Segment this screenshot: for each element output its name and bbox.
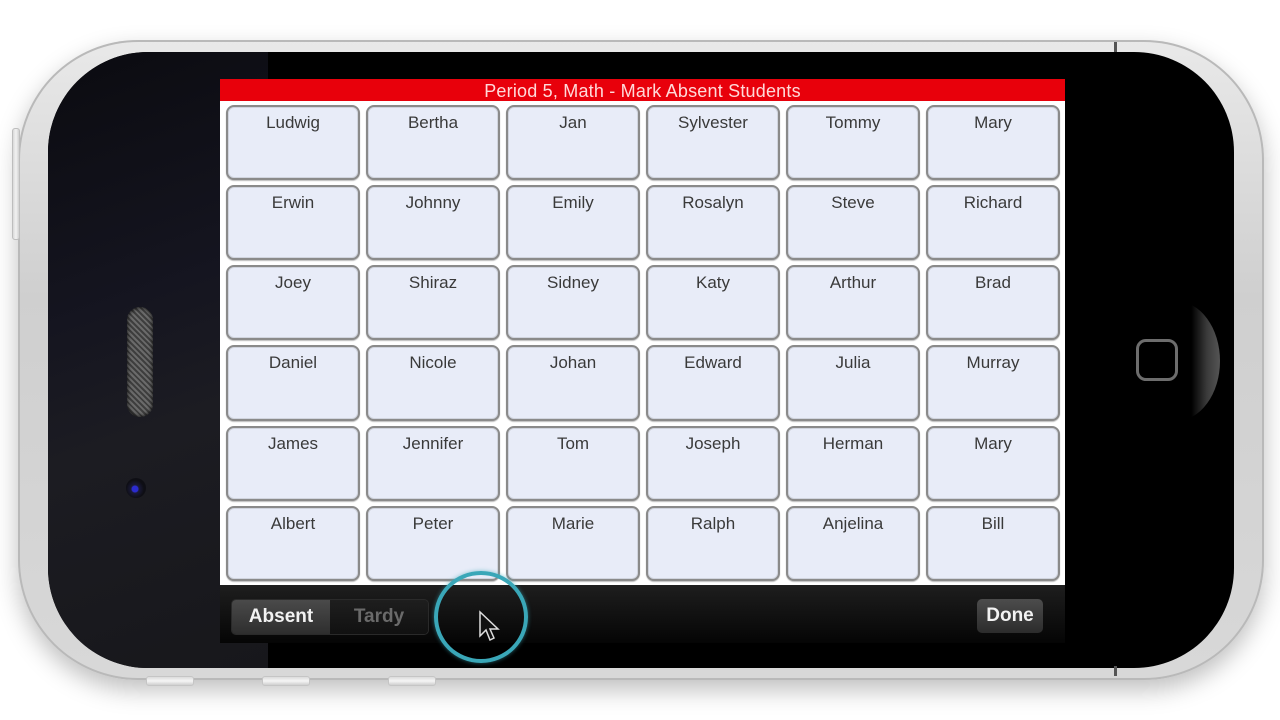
student-button[interactable]: Ludwig	[226, 105, 360, 181]
student-button[interactable]: Steve	[786, 185, 920, 261]
student-button[interactable]: Murray	[926, 345, 1060, 421]
student-button[interactable]: Shiraz	[366, 265, 500, 341]
cursor-icon	[479, 610, 500, 642]
student-button[interactable]: Ralph	[646, 505, 780, 581]
student-button[interactable]: Arthur	[786, 265, 920, 341]
student-button[interactable]: Joey	[226, 265, 360, 341]
student-grid: Ludwig Bertha Jan Sylvester Tommy Mary Erwin Jo…	[220, 101, 1065, 585]
student-button[interactable]: Johan	[506, 345, 640, 421]
student-button[interactable]: Sylvester	[646, 105, 780, 181]
student-button[interactable]: Mary	[926, 425, 1060, 501]
hardware-button	[388, 676, 436, 686]
student-button[interactable]: Edward	[646, 345, 780, 421]
student-button[interactable]: Tommy	[786, 105, 920, 181]
student-button[interactable]: Albert	[226, 505, 360, 581]
student-button[interactable]: Marie	[506, 505, 640, 581]
student-button[interactable]: Sidney	[506, 265, 640, 341]
bottom-toolbar: Absent Tardy Done	[220, 585, 1065, 643]
page-title: Period 5, Math - Mark Absent Students	[220, 79, 1065, 101]
student-button[interactable]: Herman	[786, 425, 920, 501]
done-button[interactable]: Done	[977, 599, 1043, 633]
student-button[interactable]: Mary	[926, 105, 1060, 181]
student-button[interactable]: Daniel	[226, 345, 360, 421]
home-button-icon[interactable]	[1136, 339, 1178, 381]
student-button[interactable]: Bill	[926, 505, 1060, 581]
student-button[interactable]: Rosalyn	[646, 185, 780, 261]
student-button[interactable]: Nicole	[366, 345, 500, 421]
student-button[interactable]: Bertha	[366, 105, 500, 181]
student-button[interactable]: Tom	[506, 425, 640, 501]
speaker-icon	[127, 307, 153, 417]
student-button[interactable]: Peter	[366, 505, 500, 581]
volume-button	[12, 128, 20, 240]
student-button[interactable]: Jan	[506, 105, 640, 181]
hardware-button	[262, 676, 310, 686]
camera-icon	[126, 478, 146, 498]
student-button[interactable]: Julia	[786, 345, 920, 421]
student-button[interactable]: Jennifer	[366, 425, 500, 501]
student-button[interactable]: Anjelina	[786, 505, 920, 581]
student-button[interactable]: James	[226, 425, 360, 501]
segment-absent[interactable]: Absent	[232, 600, 330, 634]
student-button[interactable]: Johnny	[366, 185, 500, 261]
student-button[interactable]: Erwin	[226, 185, 360, 261]
student-button[interactable]: Richard	[926, 185, 1060, 261]
antenna-band	[1114, 666, 1117, 676]
status-segmented-control: Absent Tardy	[231, 599, 429, 635]
hardware-button	[146, 676, 194, 686]
student-button[interactable]: Emily	[506, 185, 640, 261]
student-button[interactable]: Katy	[646, 265, 780, 341]
student-button[interactable]: Brad	[926, 265, 1060, 341]
app-screen: Period 5, Math - Mark Absent Students Lu…	[220, 79, 1065, 643]
segment-tardy[interactable]: Tardy	[330, 600, 428, 634]
student-button[interactable]: Joseph	[646, 425, 780, 501]
antenna-band	[1114, 42, 1117, 52]
